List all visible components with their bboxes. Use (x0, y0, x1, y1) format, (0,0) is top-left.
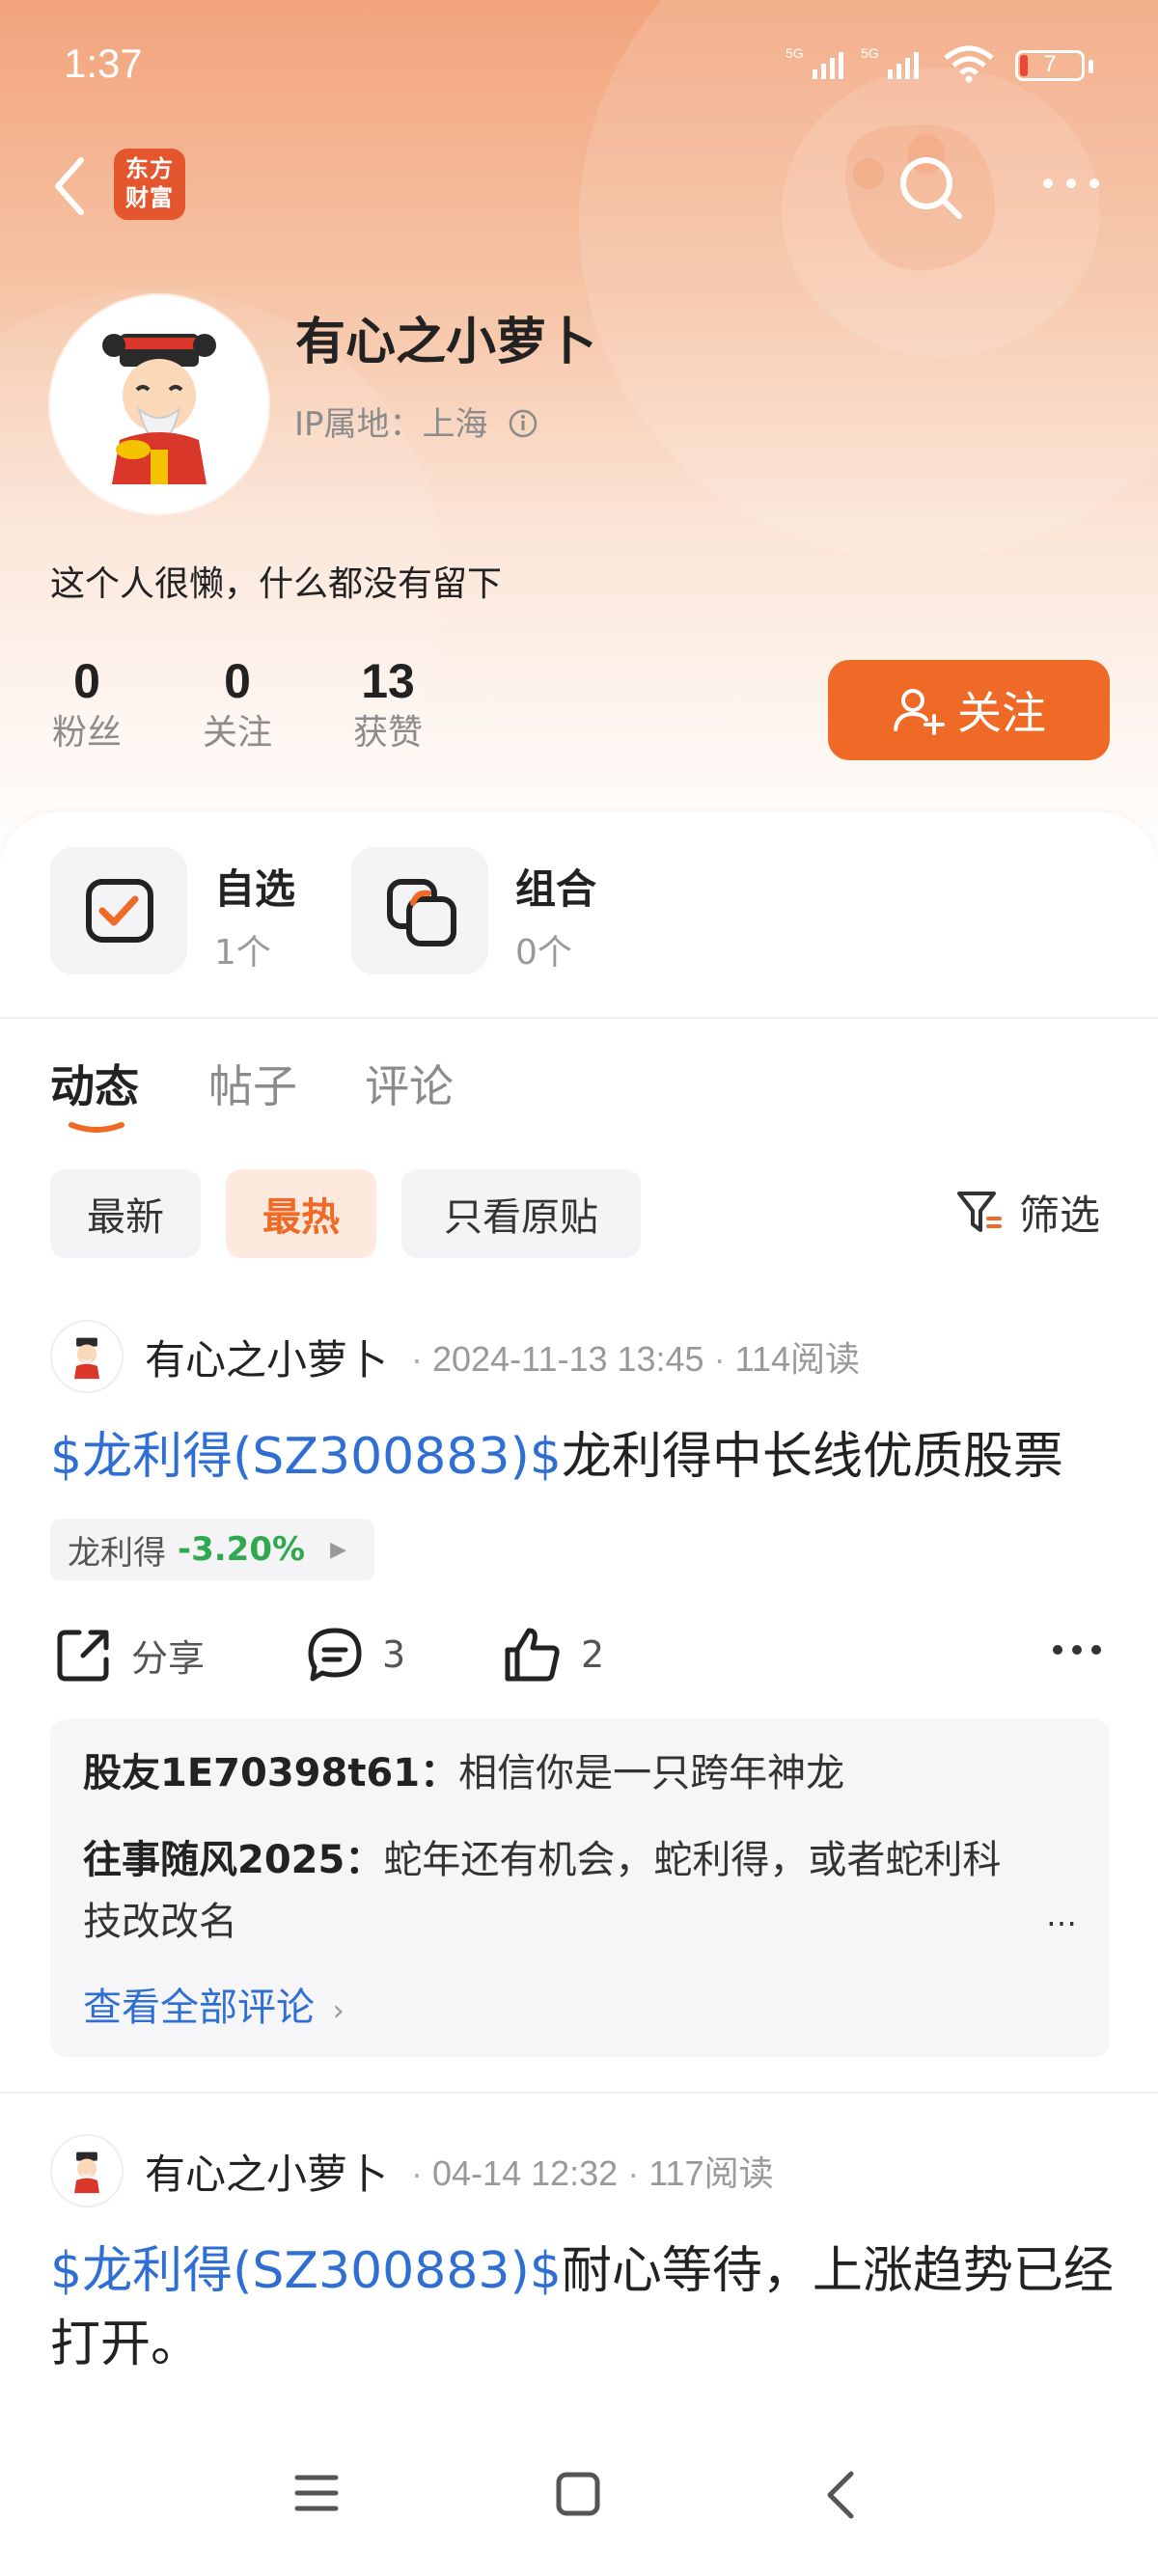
chevron-right-icon: › (332, 1994, 345, 2028)
battery-icon: 7 (1015, 50, 1085, 81)
portfolio-icon (387, 879, 456, 946)
recent-apps-icon[interactable] (293, 2472, 340, 2514)
quick-link-portfolio-count: 0个 (515, 933, 572, 973)
svg-text:5G: 5G (786, 45, 804, 61)
chip-original-only[interactable]: 只看原贴 (401, 1169, 641, 1258)
share-icon (57, 1630, 109, 1682)
post-1-reads: 114阅读 (734, 1339, 860, 1379)
filter-label: 筛选 (1019, 1192, 1101, 1239)
quick-link-watchlist-title: 自选 (214, 865, 296, 913)
stat-following-label: 关注 (202, 713, 272, 753)
add-user-icon (894, 689, 945, 735)
profile-avatar[interactable] (50, 295, 268, 513)
quick-link-watchlist-count: 1个 (214, 933, 271, 973)
comment-button[interactable]: 3 (305, 1621, 405, 1688)
like-button[interactable]: 2 (502, 1621, 604, 1688)
post-1-stock-link[interactable]: $龙利得(SZ300883)$ (50, 1428, 562, 1486)
post-2-avatar[interactable] (50, 2134, 124, 2207)
view-all-comments-link[interactable]: 查看全部评论 › (83, 1976, 345, 2032)
stat-fans-value: 0 (73, 654, 100, 708)
post-1-text: 龙利得中长线优质股票 (561, 1428, 1063, 1486)
like-count: 2 (581, 1633, 605, 1676)
share-button[interactable]: 分享 (54, 1621, 205, 1688)
chip-latest[interactable]: 最新 (50, 1169, 201, 1258)
signal-5g-icon: 5G (786, 45, 843, 79)
status-time: 1:37 (64, 41, 143, 86)
stat-fans[interactable]: 0 粉丝 (39, 652, 135, 756)
post-1-tag-name: 龙利得 (68, 1533, 166, 1573)
wifi-icon (944, 45, 994, 83)
post-2-stock-link[interactable]: $龙利得(SZ300883)$ (50, 2242, 562, 2300)
tab-activity[interactable]: 动态 (50, 1052, 139, 1115)
view-all-comments-label: 查看全部评论 (83, 1986, 315, 2030)
ip-location-text: IP属地：上海 (294, 405, 488, 444)
post-1-avatar[interactable] (50, 1320, 124, 1393)
post-2-header[interactable]: 有心之小萝卜 · 04-14 12:32 · 117阅读 (50, 2132, 774, 2209)
god-of-wealth-avatar-icon (73, 2151, 100, 2194)
signal-5g-icon-2: 5G (861, 45, 919, 79)
comment-2: 往事随风2025：蛇年还有机会，蛇利得，或者蛇利科技改改名 (83, 1829, 1029, 1953)
profile-name: 有心之小萝卜 (295, 314, 597, 371)
post-1-content[interactable]: $龙利得(SZ300883)$龙利得中长线优质股票 (50, 1420, 1121, 1494)
section-divider (0, 1017, 1158, 1019)
post-1-stock-tag[interactable]: 龙利得 -3.20% ▶ (50, 1519, 374, 1580)
comment-icon (308, 1628, 362, 1682)
system-navigation-bar (0, 2422, 1158, 2576)
follow-button-label: 关注 (957, 687, 1046, 739)
stat-likes[interactable]: 13 获赞 (340, 652, 436, 756)
post-1-comments-preview[interactable]: 股友1E70398t61：相信你是一只跨年神龙 往事随风2025：蛇年还有机会，… (50, 1719, 1110, 2057)
post-2-author[interactable]: 有心之小萝卜 (145, 2142, 388, 2201)
god-of-wealth-avatar-icon (102, 334, 216, 484)
app-logo[interactable]: 东方财富 (114, 149, 185, 220)
post-1-tag-change: -3.20% (178, 1530, 306, 1569)
comment-count: 3 (382, 1633, 406, 1676)
info-icon[interactable] (508, 408, 538, 439)
post-1-author[interactable]: 有心之小萝卜 (145, 1328, 388, 1386)
battery-level: 7 (1043, 51, 1057, 77)
stat-fans-label: 粉丝 (51, 713, 122, 753)
post-more-icon[interactable] (1052, 1642, 1102, 1658)
stat-likes-value: 13 (361, 654, 415, 708)
post-1-header[interactable]: 有心之小萝卜 · 2024-11-13 13:45 · 114阅读 (50, 1318, 860, 1395)
comment-1-user[interactable]: 股友1E70398t61： (83, 1751, 458, 1795)
filter-button[interactable]: 筛选 (955, 1183, 1100, 1242)
ip-location: IP属地：上海 (294, 397, 538, 445)
post-2-date: 04-14 12:32 (432, 2153, 619, 2193)
post-1-date: 2024-11-13 13:45 (432, 1339, 704, 1379)
filter-icon (957, 1191, 1002, 1232)
comment-expand-ellipsis[interactable]: … (1046, 1897, 1077, 1933)
tab-comments[interactable]: 评论 (365, 1052, 454, 1115)
follow-button[interactable]: 关注 (828, 660, 1110, 760)
svg-text:5G: 5G (861, 45, 879, 61)
profile-bio: 这个人很懒，什么都没有留下 (50, 564, 503, 604)
post-2-reads: 117阅读 (648, 2153, 774, 2193)
share-label: 分享 (131, 1636, 206, 1680)
nav-back-icon[interactable] (822, 2470, 861, 2520)
stat-following-value: 0 (224, 654, 251, 708)
comment-2-user[interactable]: 往事随风2025： (83, 1838, 383, 1882)
stat-following[interactable]: 0 关注 (189, 652, 286, 756)
post-2-content[interactable]: $龙利得(SZ300883)$耐心等待，上涨趋势已经打开。 (50, 2234, 1121, 2381)
watchlist-check-icon (86, 879, 153, 943)
search-icon[interactable] (894, 151, 967, 224)
post-divider (0, 2092, 1158, 2094)
more-icon[interactable] (1040, 174, 1102, 193)
stat-likes-label: 获赞 (352, 713, 423, 753)
status-bar: 1:37 5G 5G 7 (0, 0, 1158, 125)
comment-1-text: 相信你是一只跨年神龙 (458, 1751, 845, 1795)
tab-posts[interactable]: 帖子 (208, 1052, 297, 1115)
active-tab-indicator (69, 1122, 124, 1133)
quick-link-portfolio-title: 组合 (515, 865, 597, 913)
thumbs-up-icon (505, 1628, 560, 1682)
chip-hottest[interactable]: 最热 (226, 1169, 376, 1258)
comment-1: 股友1E70398t61：相信你是一只跨年神龙 (83, 1742, 1058, 1804)
triangle-right-icon: ▶ (330, 1537, 346, 1562)
god-of-wealth-avatar-icon (73, 1337, 100, 1380)
back-icon[interactable] (50, 154, 89, 218)
home-icon[interactable] (554, 2470, 602, 2518)
